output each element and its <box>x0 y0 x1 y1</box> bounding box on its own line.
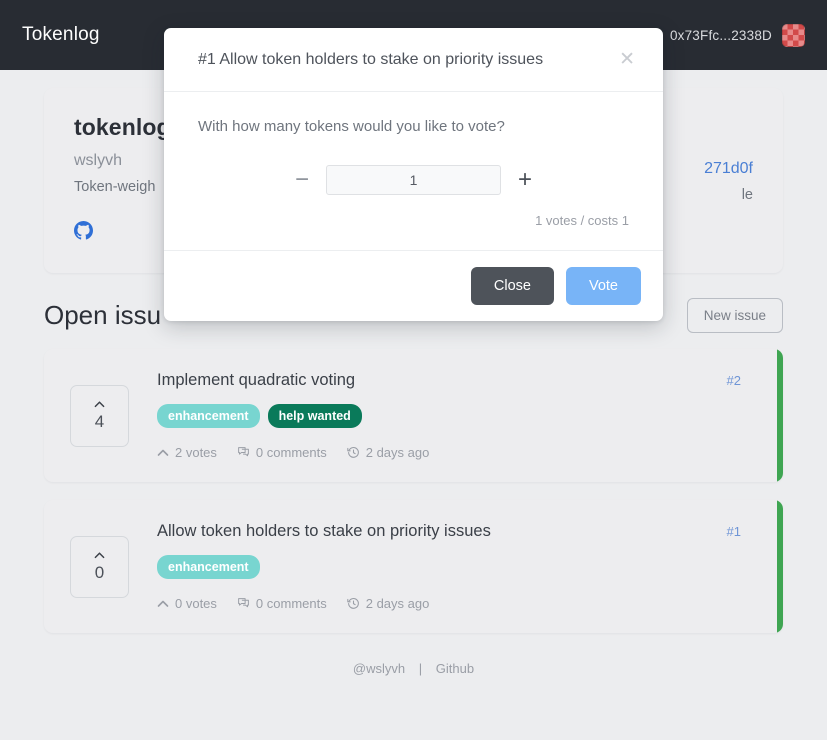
meta-votes-label: 0 votes <box>175 596 217 611</box>
issue-body: Allow token holders to stake on priority… <box>157 522 727 611</box>
meta-age-label: 2 days ago <box>365 445 430 460</box>
history-clock-icon <box>347 447 359 458</box>
chevron-up-icon <box>157 449 169 456</box>
issue-title[interactable]: Implement quadratic voting <box>157 371 727 390</box>
vote-box[interactable]: 0 <box>70 535 129 598</box>
meta-comments: 0 comments <box>237 445 327 460</box>
issue-label: enhancement <box>157 555 260 579</box>
new-issue-button[interactable]: New issue <box>686 298 783 333</box>
close-icon[interactable]: ✕ <box>613 48 641 71</box>
account-area[interactable]: 0x73Ffc...2338D <box>669 23 805 47</box>
project-name: tokenlog <box>74 114 171 140</box>
issue-label: help wanted <box>267 404 362 428</box>
issue-title[interactable]: Allow token holders to stake on priority… <box>157 522 727 541</box>
modal-footer: Close Vote <box>164 250 663 321</box>
vote-modal: #1 Allow token holders to stake on prior… <box>164 28 663 321</box>
meta-votes: 0 votes <box>157 596 217 611</box>
comment-icon <box>238 447 249 457</box>
token-address-link[interactable]: 271d0f <box>704 160 753 178</box>
meta-age-label: 2 days ago <box>365 596 430 611</box>
issue-label: enhancement <box>157 404 260 428</box>
modal-title: #1 Allow token holders to stake on prior… <box>198 50 544 68</box>
brand-logo[interactable]: Tokenlog <box>22 24 100 46</box>
page-title: Open issu <box>44 300 162 330</box>
token-subtitle: le <box>741 187 753 203</box>
issue-card-2[interactable]: 4 Implement quadratic voting enhancement… <box>44 349 783 482</box>
chevron-up-icon <box>157 600 169 607</box>
meta-age: 2 days ago <box>347 445 430 460</box>
comment-icon <box>238 598 249 608</box>
issue-meta: 0 votes 0 comments 2 days ago <box>157 596 727 611</box>
project-description: Token-weigh <box>74 179 156 195</box>
blockie-avatar-icon <box>782 23 805 47</box>
modal-header: #1 Allow token holders to stake on prior… <box>164 28 663 92</box>
wallet-address-label: 0x73Ffc...2338D <box>669 27 772 43</box>
footer-handle-link[interactable]: @wslyvh <box>353 661 405 676</box>
meta-comments-label: 0 comments <box>255 596 327 611</box>
issue-labels: enhancement help wanted <box>157 404 727 428</box>
project-info: tokenlog wslyvh Token-weigh <box>74 114 171 245</box>
vote-question-label: With how many tokens would you like to v… <box>198 118 505 135</box>
vote-button[interactable]: Vote <box>565 267 641 305</box>
meta-age: 2 days ago <box>347 596 430 611</box>
issue-labels: enhancement <box>157 555 727 579</box>
project-owner: wslyvh <box>74 152 123 169</box>
chevron-up-icon <box>94 401 105 408</box>
issue-list: 4 Implement quadratic voting enhancement… <box>44 349 783 633</box>
github-icon <box>74 221 93 240</box>
issue-number-link[interactable]: #1 <box>727 524 757 539</box>
vote-count: 4 <box>94 412 105 431</box>
issue-card-1[interactable]: 0 Allow token holders to stake on priori… <box>44 500 783 633</box>
meta-comments-label: 0 comments <box>255 445 327 460</box>
issue-body: Implement quadratic voting enhancement h… <box>157 371 727 460</box>
meta-votes-label: 2 votes <box>175 445 217 460</box>
chevron-up-icon <box>94 552 105 559</box>
github-link[interactable] <box>74 221 93 240</box>
modal-body: With how many tokens would you like to v… <box>164 92 663 250</box>
footer-github-link[interactable]: Github <box>436 661 474 676</box>
issue-meta: 2 votes 0 comments 2 days ago <box>157 445 727 460</box>
meta-votes: 2 votes <box>157 445 217 460</box>
decrement-button[interactable]: − <box>292 168 312 192</box>
footer-separator: | <box>418 661 423 676</box>
token-amount-stepper: − + <box>198 165 629 195</box>
close-button[interactable]: Close <box>470 267 554 305</box>
vote-cost-label: 1 votes / costs 1 <box>535 213 629 228</box>
history-clock-icon <box>347 598 359 609</box>
vote-count: 0 <box>94 563 105 582</box>
token-amount-input[interactable] <box>326 165 501 195</box>
project-token-info: 271d0f le <box>704 114 753 245</box>
page-footer: @wslyvh | Github <box>0 661 827 676</box>
vote-box[interactable]: 4 <box>70 384 129 447</box>
meta-comments: 0 comments <box>237 596 327 611</box>
app-root: Tokenlog 0x73Ffc...2338D tokenlog wslyvh… <box>0 0 827 740</box>
increment-button[interactable]: + <box>515 168 535 192</box>
issue-number-link[interactable]: #2 <box>727 373 757 388</box>
